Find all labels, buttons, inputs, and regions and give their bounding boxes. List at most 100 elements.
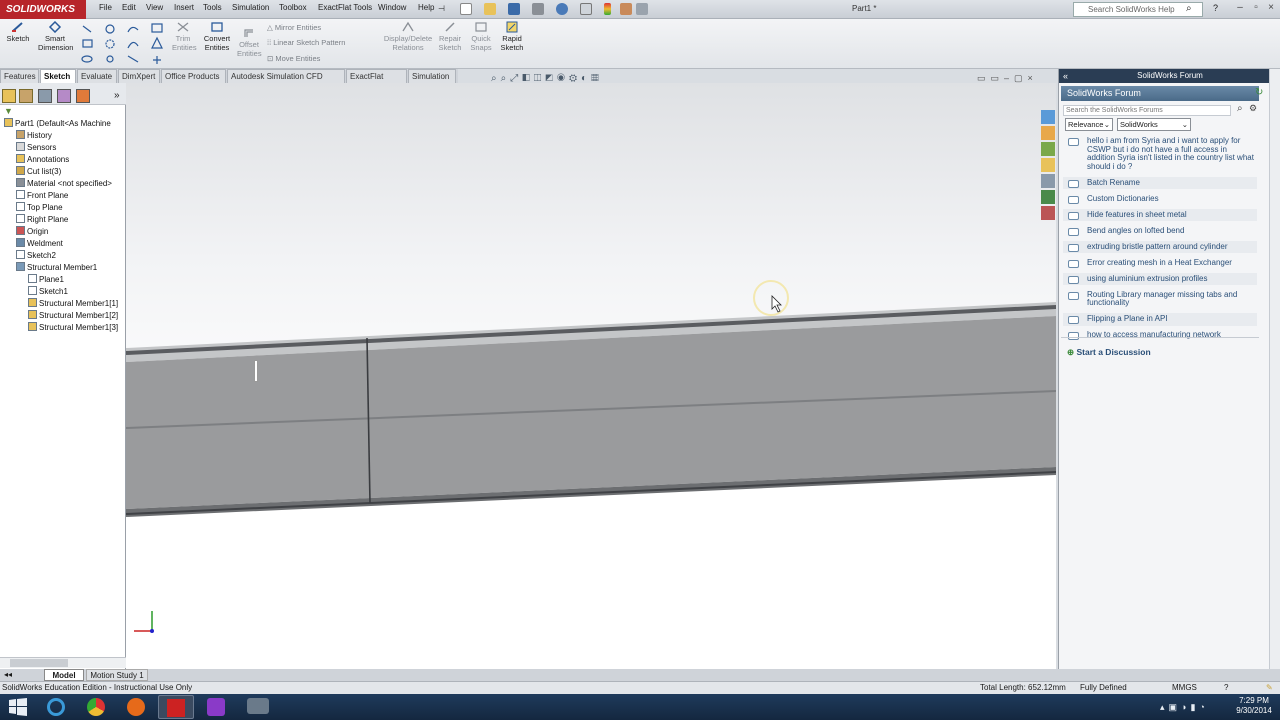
feature-tree-item[interactable]: Sketch1	[28, 286, 68, 298]
tab-office-products[interactable]: Office Products	[161, 69, 226, 83]
dimxpert-manager-tab-icon[interactable]	[57, 89, 71, 103]
smart-dimension-button[interactable]: Smart Dimension	[36, 21, 74, 52]
file-properties-icon[interactable]	[620, 3, 632, 15]
display-manager-tab-icon[interactable]	[76, 89, 90, 103]
refresh-icon[interactable]: ↻	[1255, 87, 1263, 98]
appearances-tab-icon[interactable]	[1041, 174, 1055, 188]
select-arrow-icon[interactable]	[580, 3, 592, 15]
start-discussion-link[interactable]: ⊕ Start a Discussion	[1067, 347, 1151, 358]
vertical-scrollbar[interactable]	[1269, 69, 1280, 669]
horizontal-scrollbar[interactable]	[0, 657, 126, 668]
search-icon[interactable]: ⌕	[1186, 3, 1192, 14]
forum-topic-link[interactable]: Bend angles on lofted bend	[1063, 225, 1257, 238]
forum-tab-icon[interactable]	[1041, 206, 1055, 220]
scrollbar-thumb[interactable]	[10, 659, 68, 667]
pin-icon[interactable]: ⊣	[438, 4, 445, 13]
start-button[interactable]	[4, 695, 32, 719]
move-entities-button[interactable]: ⊡ Move Entities	[267, 54, 320, 63]
feature-tree-item[interactable]: Weldment	[16, 238, 63, 250]
trim-entities-button[interactable]: Trim Entities	[170, 21, 197, 52]
view-palette-tab-icon[interactable]	[1041, 158, 1055, 172]
forum-topic-link[interactable]: how to access manufacturing network	[1063, 329, 1257, 342]
feature-tree-item[interactable]: Material <not specified>	[16, 178, 112, 190]
product-select[interactable]: SolidWorks ⌄	[1117, 118, 1191, 131]
tab-sketch[interactable]: Sketch	[40, 69, 76, 83]
display-delete-relations-button[interactable]: Display/Delete Relations	[380, 21, 436, 52]
recorder-app-icon[interactable]	[240, 695, 276, 719]
firefox-icon[interactable]	[118, 695, 154, 719]
feature-tree-item[interactable]: Sketch2	[16, 250, 56, 262]
forum-topic-link[interactable]: Custom Dictionaries	[1063, 193, 1257, 206]
menu-tools[interactable]: Tools	[203, 3, 222, 12]
restore-icon[interactable]: ▫	[1250, 3, 1262, 15]
viewport-window-controls-icon[interactable]: ▭▭–▢×	[977, 73, 1038, 84]
help-icon[interactable]: ?	[1213, 3, 1218, 13]
mirror-entities-button[interactable]: △ Mirror Entities	[267, 23, 321, 32]
menu-window[interactable]: Window	[378, 3, 406, 12]
expand-panel-icon[interactable]: »	[114, 90, 120, 101]
rapid-sketch-button[interactable]: Rapid Sketch	[498, 21, 526, 52]
forum-topic-link[interactable]: using aluminium extrusion profiles	[1063, 272, 1257, 285]
resources-tab-icon[interactable]	[1041, 110, 1055, 124]
repair-sketch-button[interactable]: Repair Sketch	[436, 21, 464, 52]
forum-topic-link[interactable]: Batch Rename	[1063, 176, 1257, 189]
forum-search-input[interactable]: Search the SolidWorks Forums	[1063, 105, 1231, 116]
tab-autodesk-simulation-cfd[interactable]: Autodesk Simulation CFD 2013	[227, 69, 345, 94]
file-explorer-tab-icon[interactable]	[1041, 142, 1055, 156]
forum-topic-link[interactable]: extruding bristle pattern around cylinde…	[1063, 240, 1257, 253]
menu-help[interactable]: Help	[418, 3, 434, 12]
tab-evaluate[interactable]: Evaluate	[77, 69, 117, 83]
forum-topic-link[interactable]: Routing Library manager missing tabs and…	[1063, 289, 1257, 310]
collapse-pane-icon[interactable]: «	[1063, 71, 1068, 81]
forum-topic-link[interactable]: Hide features in sheet metal	[1063, 208, 1257, 221]
tab-exactflat-tools[interactable]: ExactFlat Tools	[346, 69, 407, 94]
feature-tree-item[interactable]: Structural Member1[2]	[28, 310, 118, 322]
feature-tree-item[interactable]: Structural Member1[1]	[28, 298, 118, 310]
scroll-left-icon[interactable]: ◂◂	[4, 670, 12, 679]
feature-tree-item[interactable]: Sensors	[16, 142, 56, 154]
offset-entities-button[interactable]: Offset Entities	[236, 27, 262, 58]
beam-model-view[interactable]	[126, 83, 1056, 669]
help-icon[interactable]: ?	[1224, 682, 1228, 694]
feature-tree-item[interactable]: Right Plane	[16, 214, 68, 226]
sort-select[interactable]: Relevance ⌄	[1065, 118, 1113, 131]
sketch-button[interactable]: Sketch	[4, 21, 32, 43]
tab-features[interactable]: Features	[0, 69, 39, 83]
internet-explorer-icon[interactable]	[38, 695, 74, 719]
options-icon[interactable]	[636, 3, 648, 15]
tab-model[interactable]: Model	[44, 669, 84, 681]
print-icon[interactable]	[532, 3, 544, 15]
forum-search-icon[interactable]: ⌕	[1237, 103, 1243, 114]
feature-tree-item[interactable]: Structural Member1[3]	[28, 322, 118, 334]
sketch-tools-grid[interactable]	[80, 22, 168, 66]
feature-tree-item[interactable]: Structural Member1	[16, 262, 97, 274]
menu-exactflat-tools[interactable]: ExactFlat Tools	[318, 3, 372, 12]
minimize-icon[interactable]: –	[1234, 3, 1246, 15]
rebuild-icon[interactable]	[604, 3, 611, 15]
menu-edit[interactable]: Edit	[122, 3, 136, 12]
configuration-manager-tab-icon[interactable]	[38, 89, 52, 103]
open-folder-icon[interactable]	[484, 3, 496, 15]
feature-tree-item[interactable]: Front Plane	[16, 190, 68, 202]
menu-insert[interactable]: Insert	[174, 3, 194, 12]
forum-topic-link[interactable]: Flipping a Plane in API	[1063, 313, 1257, 326]
feature-tree-item[interactable]: Plane1	[28, 274, 64, 286]
forum-topic-link[interactable]: Error creating mesh in a Heat Exchanger	[1063, 257, 1257, 270]
convert-entities-button[interactable]: Convert Entities	[200, 21, 234, 52]
filter-icon[interactable]: ▼	[4, 106, 13, 116]
search-app-icon[interactable]	[198, 695, 234, 719]
feature-tree-item[interactable]: History	[16, 130, 52, 142]
design-library-tab-icon[interactable]	[1041, 126, 1055, 140]
custom-properties-tab-icon[interactable]	[1041, 190, 1055, 204]
feature-tree-tab-icon[interactable]	[2, 89, 16, 103]
rebuild-status-icon[interactable]: ✎	[1266, 682, 1273, 694]
solidworks-taskbar-icon[interactable]	[158, 695, 194, 719]
tab-simulation[interactable]: Simulation	[408, 69, 456, 83]
solidworks-logo[interactable]: SOLIDWORKS	[0, 0, 86, 19]
linear-sketch-pattern-button[interactable]: ⁞⁞ Linear Sketch Pattern	[267, 38, 345, 47]
undo-icon[interactable]	[556, 3, 568, 15]
feature-tree-item[interactable]: Cut list(3)	[16, 166, 61, 178]
feature-tree-item[interactable]: Origin	[16, 226, 48, 238]
search-help-field[interactable]: Search SolidWorks Help	[1073, 2, 1203, 17]
save-icon[interactable]	[508, 3, 520, 15]
